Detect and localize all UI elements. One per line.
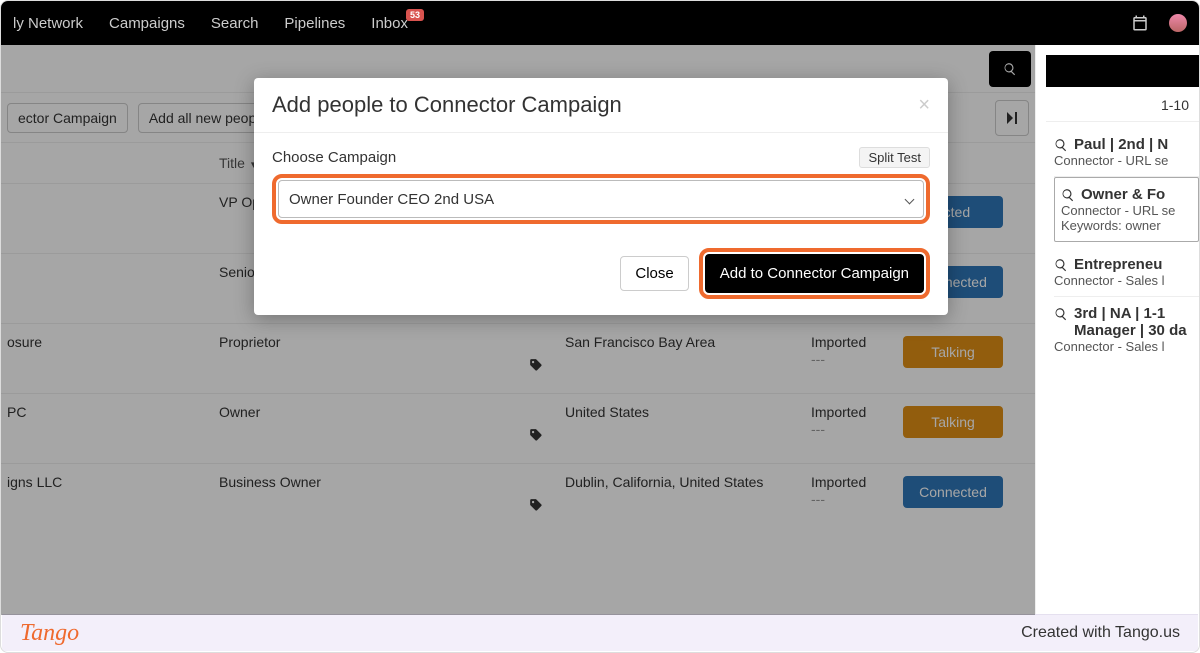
saved-search-item-active[interactable]: Owner & Fo Connector - URL se Keywords: … <box>1054 177 1199 242</box>
user-avatar[interactable] <box>1169 14 1187 32</box>
saved-search-sub: Connector - URL se <box>1054 153 1195 168</box>
nav-campaigns[interactable]: Campaigns <box>109 15 185 32</box>
top-nav: ly Network Campaigns Search Pipelines In… <box>1 1 1199 45</box>
search-icon <box>1054 307 1068 321</box>
page-range: 1-10 <box>1046 93 1199 122</box>
campaign-select[interactable]: Owner Founder CEO 2nd USA <box>278 180 924 218</box>
nav-inbox-label: Inbox <box>371 15 408 32</box>
saved-search-sub: Connector - URL se <box>1061 203 1192 218</box>
nav-search[interactable]: Search <box>211 15 259 32</box>
modal-title: Add people to Connector Campaign <box>272 92 622 118</box>
campaign-selected-value: Owner Founder CEO 2nd USA <box>289 191 494 208</box>
add-to-campaign-button[interactable]: Add to Connector Campaign <box>705 254 924 293</box>
chevron-down-icon <box>905 194 915 204</box>
nav-pipelines[interactable]: Pipelines <box>284 15 345 32</box>
close-icon[interactable]: × <box>918 94 930 117</box>
saved-search-item[interactable]: Paul | 2nd | N Connector - URL se <box>1054 128 1199 177</box>
saved-search-item[interactable]: 3rd | NA | 1-1 Manager | 30 da Connector… <box>1054 297 1199 362</box>
tango-logo: Tango <box>20 620 79 647</box>
saved-search-sub: Connector - Sales l <box>1054 339 1195 354</box>
add-people-modal: Add people to Connector Campaign × Choos… <box>254 78 948 315</box>
created-with-label: Created with Tango.us <box>1021 624 1180 642</box>
saved-search-sub: Connector - Sales l <box>1054 273 1195 288</box>
saved-search-keywords: Keywords: owner <box>1061 218 1192 233</box>
inbox-badge: 53 <box>406 9 424 21</box>
saved-search-title: Paul | 2nd | N <box>1074 136 1168 153</box>
search-icon <box>1061 188 1075 202</box>
submit-highlight: Add to Connector Campaign <box>699 248 930 299</box>
choose-campaign-label: Choose Campaign <box>272 149 396 166</box>
nav-network[interactable]: ly Network <box>13 15 83 32</box>
close-button[interactable]: Close <box>620 256 688 291</box>
split-test-button[interactable]: Split Test <box>859 147 930 168</box>
tango-footer: Tango Created with Tango.us <box>2 614 1198 651</box>
nav-inbox[interactable]: Inbox 53 <box>371 15 408 32</box>
calendar-icon[interactable] <box>1131 14 1149 32</box>
saved-search-title-line2: Manager | 30 da <box>1074 322 1187 339</box>
main-panel: ector Campaign Add all new peop Title ▾ <box>1 45 1036 615</box>
search-icon <box>1054 138 1068 152</box>
saved-searches-panel: 1-10 Paul | 2nd | N Connector - URL se O… <box>1036 45 1199 615</box>
sidebar-header <box>1046 55 1199 87</box>
saved-search-title: Owner & Fo <box>1081 186 1165 203</box>
saved-search-title: 3rd | NA | 1-1 <box>1074 305 1165 322</box>
saved-search-item[interactable]: Entrepreneu Connector - Sales l <box>1054 248 1199 297</box>
search-icon <box>1054 258 1068 272</box>
saved-search-title: Entrepreneu <box>1074 256 1162 273</box>
campaign-select-highlight: Owner Founder CEO 2nd USA <box>272 174 930 224</box>
